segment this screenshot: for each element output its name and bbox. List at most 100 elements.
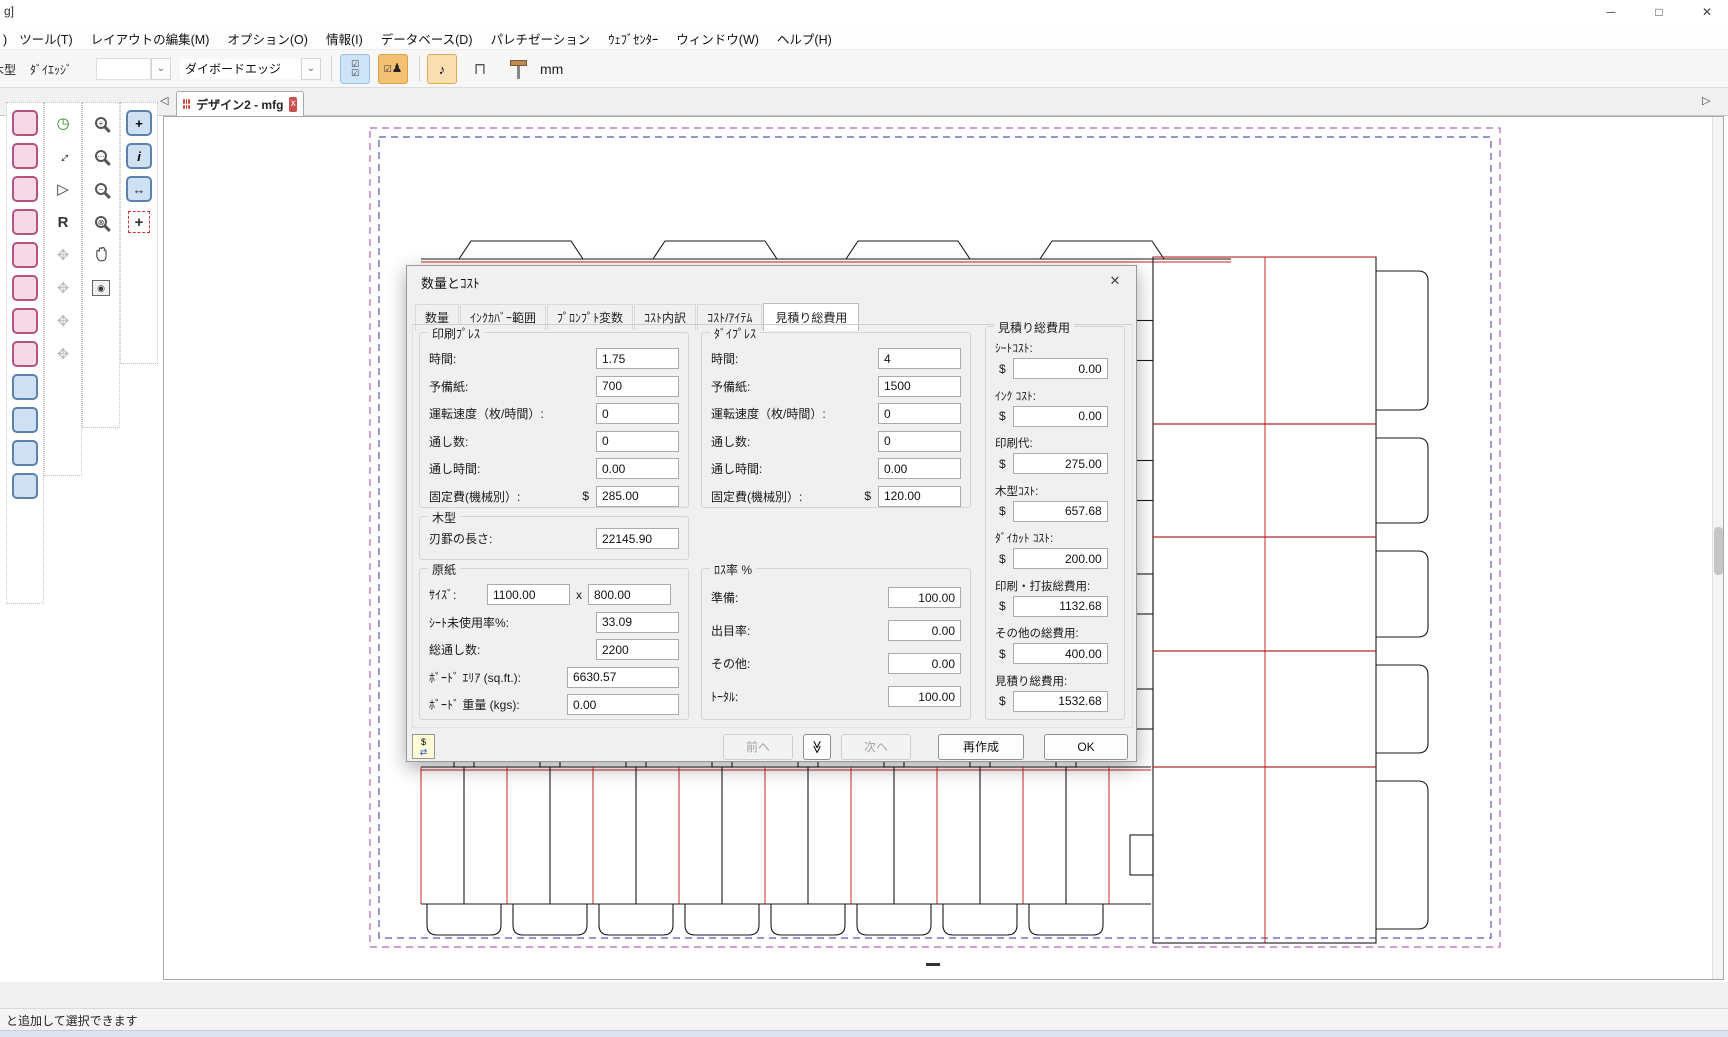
print-press-input-5[interactable] xyxy=(596,486,679,507)
document-tab[interactable]: デザイン2 - mfg x xyxy=(176,91,304,116)
print-press-input-3[interactable] xyxy=(596,431,679,452)
design-info-icon[interactable]: i xyxy=(126,143,152,169)
nest-pair-icon[interactable] xyxy=(12,341,38,367)
die-press-input-4[interactable] xyxy=(878,458,961,479)
design-spacing-icon[interactable]: ↔ xyxy=(126,176,152,202)
fit-sheet-icon[interactable]: + xyxy=(126,209,152,235)
nest-dots-add-icon[interactable] xyxy=(12,242,38,268)
prev-button[interactable]: 前へ xyxy=(723,734,793,760)
move-flash-icon[interactable]: ✥ xyxy=(50,341,76,367)
vertical-scrollbar-thumb[interactable] xyxy=(1714,527,1723,575)
move-dimension-icon[interactable]: ✥ xyxy=(50,308,76,334)
total-cost-input-2[interactable] xyxy=(1013,453,1108,474)
menu-help[interactable]: ヘルプ(H) xyxy=(768,24,841,53)
pin-icon[interactable] xyxy=(503,54,533,84)
die-board-edge-combo-dropdown-icon[interactable]: ⌄ xyxy=(301,58,321,80)
total-cost-input-0[interactable] xyxy=(1013,358,1108,379)
move-numbered-icon[interactable]: ✥ xyxy=(50,275,76,301)
bridging-holes-icon[interactable] xyxy=(12,407,38,433)
total-cost-input-4[interactable] xyxy=(1013,548,1108,569)
die-press-input-3[interactable] xyxy=(878,431,961,452)
die-edge-combobox[interactable] xyxy=(96,58,151,80)
print-press-input-2[interactable] xyxy=(596,403,679,424)
menu-database[interactable]: データベース(D) xyxy=(372,24,482,53)
total-cost-input-7[interactable] xyxy=(1013,691,1108,712)
die-press-input-0[interactable] xyxy=(878,348,961,369)
add-design-icon[interactable]: + xyxy=(126,110,152,136)
chevron-down-icon[interactable]: ≫ xyxy=(803,734,831,760)
menu-palletization[interactable]: パレチゼーション xyxy=(482,24,600,53)
menu-info[interactable]: 情報(I) xyxy=(317,24,372,53)
angle-tool-icon[interactable]: ▷ xyxy=(50,176,76,202)
total-cost-input-6[interactable] xyxy=(1013,643,1108,664)
die-press-input-5[interactable] xyxy=(878,486,961,507)
minimize-button[interactable]: ─ xyxy=(1594,0,1628,24)
loss-input-1[interactable] xyxy=(888,620,961,641)
total-cost-input-5[interactable] xyxy=(1013,596,1108,617)
status-text: と追加して選択できます xyxy=(6,1012,138,1029)
tab-scroll-right-icon[interactable]: ▷ xyxy=(1702,94,1710,107)
die-edge-combo-dropdown-icon[interactable]: ⌄ xyxy=(151,58,171,80)
print-press-input-0[interactable] xyxy=(596,348,679,369)
dialog-close-icon[interactable]: ✕ xyxy=(1102,270,1128,292)
sheet-height-input[interactable] xyxy=(588,584,671,605)
total-cost-item: 印刷代:$ xyxy=(995,436,1115,484)
nest-corner-icon[interactable] xyxy=(12,176,38,202)
rule-length-input-0[interactable] xyxy=(596,528,679,549)
total-cost-item: ｼｰﾄｺｽﾄ:$ xyxy=(995,341,1115,389)
bridging-strip-icon[interactable] xyxy=(12,374,38,400)
vertical-scrollbar[interactable] xyxy=(1712,117,1723,979)
sheet-input-2[interactable] xyxy=(567,667,679,688)
bridging-plain-icon[interactable] xyxy=(12,473,38,499)
nest-grid-icon[interactable] xyxy=(12,308,38,334)
die-board-edge-combobox[interactable]: ダイボードエッジ xyxy=(179,58,301,80)
loss-input-2[interactable] xyxy=(888,653,961,674)
dollar-arrows-icon[interactable]: $ ⇄ xyxy=(412,734,435,759)
document-tab-label: デザイン2 - mfg xyxy=(196,96,283,113)
zoom-in-icon[interactable]: + xyxy=(88,110,114,136)
next-button[interactable]: 次へ xyxy=(841,734,911,760)
preview-window-icon[interactable]: ◉ xyxy=(88,275,114,301)
tab-scroll-left-icon[interactable]: ◁ xyxy=(160,94,168,107)
nest-compress-icon[interactable] xyxy=(12,275,38,301)
nest-dots-icon[interactable] xyxy=(12,143,38,169)
pan-hand-icon[interactable] xyxy=(88,242,114,268)
total-cost-input-1[interactable] xyxy=(1013,406,1108,427)
menu-edit-layout[interactable]: レイアウトの編集(M) xyxy=(82,24,219,53)
zoom-reset-icon[interactable]: ⊗ xyxy=(88,209,114,235)
loss-input-3[interactable] xyxy=(888,686,961,707)
tab-close-icon[interactable]: x xyxy=(289,97,297,112)
arc-radius-icon[interactable]: R xyxy=(50,209,76,235)
checklist-icon[interactable]: ☑☑ xyxy=(340,54,370,84)
zoom-options-icon[interactable]: ⋯ xyxy=(88,143,114,169)
annotation-note-icon[interactable]: ♪ xyxy=(427,54,457,84)
move-tool-icon[interactable]: ✥ xyxy=(50,242,76,268)
sheet-input-3[interactable] xyxy=(567,694,679,715)
total-cost-input-3[interactable] xyxy=(1013,501,1108,522)
zoom-out-icon[interactable]: − xyxy=(88,176,114,202)
loss-input-0[interactable] xyxy=(888,587,961,608)
close-button[interactable]: ✕ xyxy=(1690,0,1724,24)
menu-window[interactable]: ウィンドウ(W) xyxy=(667,24,768,53)
sheet-input-0[interactable] xyxy=(596,612,679,633)
die-press-input-1[interactable] xyxy=(878,376,961,397)
nest-blob-icon[interactable] xyxy=(12,110,38,136)
print-press-input-1[interactable] xyxy=(596,376,679,397)
stretch-diagonal-icon[interactable]: ↔ xyxy=(50,143,76,169)
die-press-input-2[interactable] xyxy=(878,403,961,424)
nest-dashed-add-icon[interactable] xyxy=(12,209,38,235)
print-press-input-4[interactable] xyxy=(596,458,679,479)
ok-button[interactable]: OK xyxy=(1044,734,1128,760)
checklist-user-icon[interactable]: ☑♟ xyxy=(378,54,408,84)
recreate-button[interactable]: 再作成 xyxy=(938,734,1024,760)
menu-tools[interactable]: ツール(T) xyxy=(10,24,81,53)
bridge-icon[interactable]: ⊓ xyxy=(465,54,495,84)
sheet-input-1[interactable] xyxy=(596,639,679,660)
sheet-width-input[interactable] xyxy=(487,584,570,605)
clock-move-icon[interactable]: ◷ xyxy=(50,110,76,136)
print-press-row: 固定費(機械別）:$ xyxy=(429,483,679,511)
menu-webcenter[interactable]: ｳｪﾌﾞｾﾝﾀｰ xyxy=(599,24,667,53)
bridging-rule-icon[interactable] xyxy=(12,440,38,466)
menu-options[interactable]: オプション(O) xyxy=(218,24,317,53)
maximize-button[interactable]: □ xyxy=(1642,0,1676,24)
